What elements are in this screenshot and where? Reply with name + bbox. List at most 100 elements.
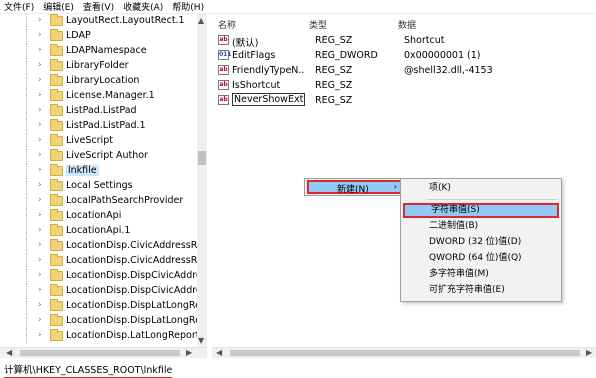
chevron-right-icon[interactable]: › — [38, 240, 42, 250]
value-type: REG_SZ — [315, 95, 353, 106]
tree-item[interactable]: › LocationDisp.CivicAddressRep — [0, 239, 197, 254]
tree-item[interactable]: › LocationDisp.DispCivicAddress — [0, 269, 197, 284]
chevron-right-icon[interactable]: › — [38, 330, 42, 340]
folder-icon — [50, 314, 63, 326]
tree-item[interactable]: › LibraryFolder — [0, 59, 197, 74]
registry-path: 计算机\HKEY_CLASSES_ROOT\lnkfile — [4, 365, 173, 378]
tree-item[interactable]: › LocationDisp.DispLatLongRep — [0, 314, 197, 329]
chevron-right-icon[interactable]: › — [38, 30, 42, 40]
tree-item[interactable]: › LocalPathSearchProvider — [0, 194, 197, 209]
scroll-right-icon[interactable]: ▶ — [586, 348, 592, 357]
folder-icon — [50, 254, 63, 266]
chevron-right-icon[interactable]: › — [38, 300, 42, 310]
chevron-right-icon[interactable]: › — [38, 180, 42, 190]
menu-favorites[interactable]: 收藏夹(A) — [123, 0, 163, 13]
menu-edit[interactable]: 编辑(E) — [43, 0, 74, 13]
scroll-left-icon[interactable]: ◀ — [6, 348, 12, 357]
tree-item[interactable]: › LayoutRect.LayoutRect.1 — [0, 14, 197, 29]
tree-item-label: LocationDisp.CivicAddressRep — [66, 255, 197, 266]
tree-vertical-scrollbar[interactable]: ▲ ▼ — [197, 14, 207, 347]
scroll-up-icon[interactable]: ▲ — [198, 16, 204, 25]
tree-item[interactable]: › ListPad.ListPad.1 — [0, 119, 197, 134]
scroll-thumb[interactable] — [230, 350, 580, 356]
column-header-type[interactable]: 类型 — [309, 18, 327, 31]
column-header-name[interactable]: 名称 — [218, 18, 236, 31]
value-row[interactable]: 011 EditFlags REG_DWORD 0x00000001 (1) — [218, 48, 588, 63]
value-row[interactable]: ab IsShortcut REG_SZ — [218, 78, 588, 93]
scroll-right-icon[interactable]: ▶ — [186, 348, 192, 357]
chevron-right-icon[interactable]: › — [38, 15, 42, 25]
value-type: REG_DWORD — [315, 50, 378, 61]
folder-icon — [50, 284, 63, 296]
menu-item-multi-string-value[interactable]: 多字符串值(M) — [403, 267, 559, 282]
string-value-icon: ab — [218, 35, 229, 45]
tree-horizontal-scrollbar[interactable]: ◀ ▶ — [0, 347, 207, 358]
tree-item[interactable]: › ListPad.ListPad — [0, 104, 197, 119]
chevron-right-icon[interactable]: › — [38, 165, 42, 175]
tree-item[interactable]: › LocationDisp.CivicAddressRep — [0, 254, 197, 269]
value-row-editing[interactable]: ab NeverShowExt REG_SZ — [218, 93, 588, 108]
tree-item-label: LocationDisp.LatLongReportFa — [66, 330, 197, 341]
chevron-right-icon[interactable]: › — [38, 255, 42, 265]
chevron-right-icon[interactable]: › — [38, 105, 42, 115]
scroll-down-icon[interactable]: ▼ — [198, 336, 204, 345]
folder-icon — [50, 29, 63, 41]
value-row[interactable]: ab FriendlyTypeN... REG_SZ @shell32.dll,… — [218, 63, 588, 78]
menu-item-binary-value[interactable]: 二进制值(B) — [403, 219, 559, 234]
chevron-right-icon[interactable]: › — [38, 90, 42, 100]
scroll-left-icon[interactable]: ◀ — [216, 348, 222, 357]
menu-view[interactable]: 查看(V) — [83, 0, 114, 13]
tree-item[interactable]: › LibraryLocation — [0, 74, 197, 89]
folder-icon — [50, 239, 63, 251]
tree-item[interactable]: › LiveScript Author — [0, 149, 197, 164]
chevron-right-icon[interactable]: › — [38, 60, 42, 70]
chevron-right-icon[interactable]: › — [38, 45, 42, 55]
tree-item[interactable]: › LDAPNamespace — [0, 44, 197, 59]
tree-item[interactable]: › LocationApi — [0, 209, 197, 224]
menu-item-new[interactable]: 新建(N) › — [307, 180, 405, 195]
chevron-right-icon[interactable]: › — [38, 75, 42, 85]
tree-item[interactable]: › LocationApi.1 — [0, 224, 197, 239]
folder-icon — [50, 89, 63, 101]
tree-item[interactable]: › LDAP — [0, 29, 197, 44]
tree-item-label: License.Manager.1 — [66, 90, 155, 101]
menu-item-qword-value[interactable]: QWORD (64 位)值(Q) — [403, 251, 559, 266]
tree-item[interactable]: › LiveScript — [0, 134, 197, 149]
tree-item[interactable]: › LocationDisp.LatLongReportFa — [0, 329, 197, 344]
chevron-right-icon[interactable]: › — [38, 120, 42, 130]
menu-item-expandable-string-value[interactable]: 可扩充字符串值(E) — [403, 283, 559, 298]
chevron-right-icon[interactable]: › — [38, 195, 42, 205]
folder-icon — [50, 329, 63, 341]
tree-item[interactable]: › Local Settings — [0, 179, 197, 194]
value-data: @shell32.dll,-4153 — [404, 65, 493, 76]
folder-icon — [50, 104, 63, 116]
chevron-right-icon[interactable]: › — [38, 225, 42, 235]
chevron-right-icon[interactable]: › — [38, 135, 42, 145]
list-horizontal-scrollbar[interactable]: ◀ ▶ — [212, 347, 596, 358]
tree-item[interactable]: › LocationDisp.DispCivicAddress — [0, 284, 197, 299]
chevron-right-icon[interactable]: › — [38, 315, 42, 325]
value-type: REG_SZ — [315, 80, 353, 91]
tree-item-label: LibraryFolder — [66, 60, 129, 71]
chevron-right-icon[interactable]: › — [38, 150, 42, 160]
tree-item-label: ListPad.ListPad.1 — [66, 120, 146, 131]
menu-help[interactable]: 帮助(H) — [172, 0, 204, 13]
chevron-right-icon[interactable]: › — [38, 210, 42, 220]
tree-item[interactable]: › License.Manager.1 — [0, 89, 197, 104]
value-name-edit-field[interactable]: NeverShowExt — [232, 93, 306, 106]
scroll-thumb[interactable] — [20, 350, 180, 356]
menu-item-dword-value[interactable]: DWORD (32 位)值(D) — [403, 235, 559, 250]
value-row[interactable]: ab (默认) REG_SZ Shortcut — [218, 33, 588, 49]
menu-item-string-value[interactable]: 字符串值(S) — [403, 203, 559, 218]
menu-file[interactable]: 文件(F) — [4, 0, 34, 13]
new-submenu: 项(K) 字符串值(S) 二进制值(B) DWORD (32 位)值(D) QW… — [400, 178, 562, 302]
column-header-data[interactable]: 数据 — [398, 18, 416, 31]
chevron-right-icon[interactable]: › — [38, 285, 42, 295]
tree-item-selected[interactable]: › lnkfile — [0, 164, 197, 179]
scroll-thumb[interactable] — [198, 151, 206, 165]
value-name: IsShortcut — [232, 80, 281, 91]
menu-item-key[interactable]: 项(K) — [403, 181, 559, 196]
chevron-right-icon[interactable]: › — [38, 270, 42, 280]
tree-item-label: LocalPathSearchProvider — [66, 195, 184, 206]
tree-item[interactable]: › LocationDisp.DispLatLongRep — [0, 299, 197, 314]
